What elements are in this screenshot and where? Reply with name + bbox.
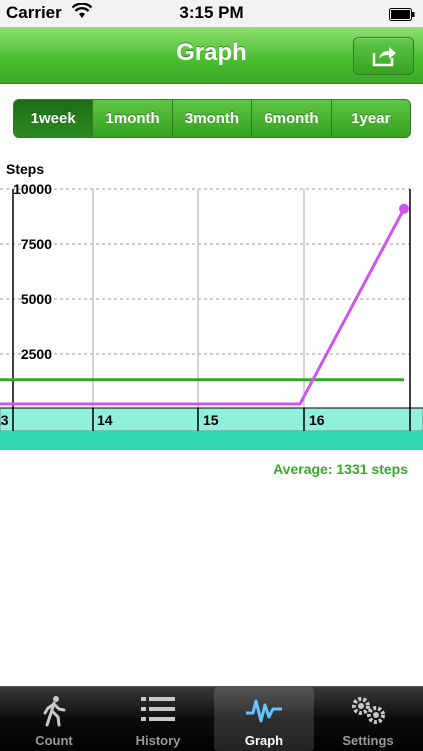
- steps-series-line: [0, 208, 406, 406]
- ytick-5000: 5000: [21, 291, 52, 307]
- segment-1month[interactable]: 1month: [92, 100, 171, 137]
- ytick-2500: 2500: [21, 346, 52, 362]
- tab-settings[interactable]: Settings: [318, 687, 418, 751]
- period-segmented-control: 1week 1month 3month 6month 1year: [13, 99, 411, 138]
- share-button[interactable]: [353, 37, 414, 75]
- list-icon: [141, 695, 175, 726]
- segment-1year[interactable]: 1year: [330, 100, 410, 137]
- tab-history-label: History: [135, 733, 181, 748]
- xlabel-14: 14: [97, 412, 113, 428]
- y-axis-title: Steps: [6, 161, 44, 177]
- share-icon: [372, 47, 396, 67]
- tab-count-label: Count: [35, 733, 73, 748]
- gears-icon: [348, 695, 388, 728]
- ytick-7500: 7500: [21, 236, 52, 252]
- tab-graph[interactable]: Graph: [214, 687, 314, 751]
- steps-chart: Steps 10000 7500 5000 2500 13 14 15 16: [0, 161, 423, 450]
- ytick-10000: 10000: [13, 181, 52, 197]
- clock: 3:15 PM: [179, 3, 244, 22]
- y-tick-labels: 10000 7500 5000 2500: [13, 181, 52, 362]
- tab-bar: Count History Graph Settings: [0, 686, 423, 751]
- navigation-bar: Graph: [0, 27, 423, 84]
- segment-1week[interactable]: 1week: [14, 100, 93, 137]
- x-axis-scroll-band: [0, 431, 423, 450]
- segment-6month[interactable]: 6month: [251, 100, 330, 137]
- battery-icon: [389, 6, 415, 26]
- tab-count[interactable]: Count: [4, 687, 104, 751]
- tab-history[interactable]: History: [108, 687, 208, 751]
- x-gridlines: [92, 189, 305, 430]
- xlabel-13: 13: [0, 412, 9, 428]
- average-steps-label: Average: 1331 steps: [273, 461, 408, 477]
- status-bar: Carrier 3:15 PM: [0, 0, 423, 27]
- segment-3month[interactable]: 3month: [171, 100, 251, 137]
- tab-settings-label: Settings: [342, 733, 394, 748]
- steps-last-point: [399, 203, 409, 214]
- graph-icon: [245, 695, 283, 728]
- y-gridlines: [0, 188, 410, 355]
- walker-icon: [39, 695, 69, 730]
- tab-graph-label: Graph: [244, 733, 284, 748]
- xlabel-16: 16: [309, 412, 325, 428]
- xlabel-15: 15: [203, 412, 219, 428]
